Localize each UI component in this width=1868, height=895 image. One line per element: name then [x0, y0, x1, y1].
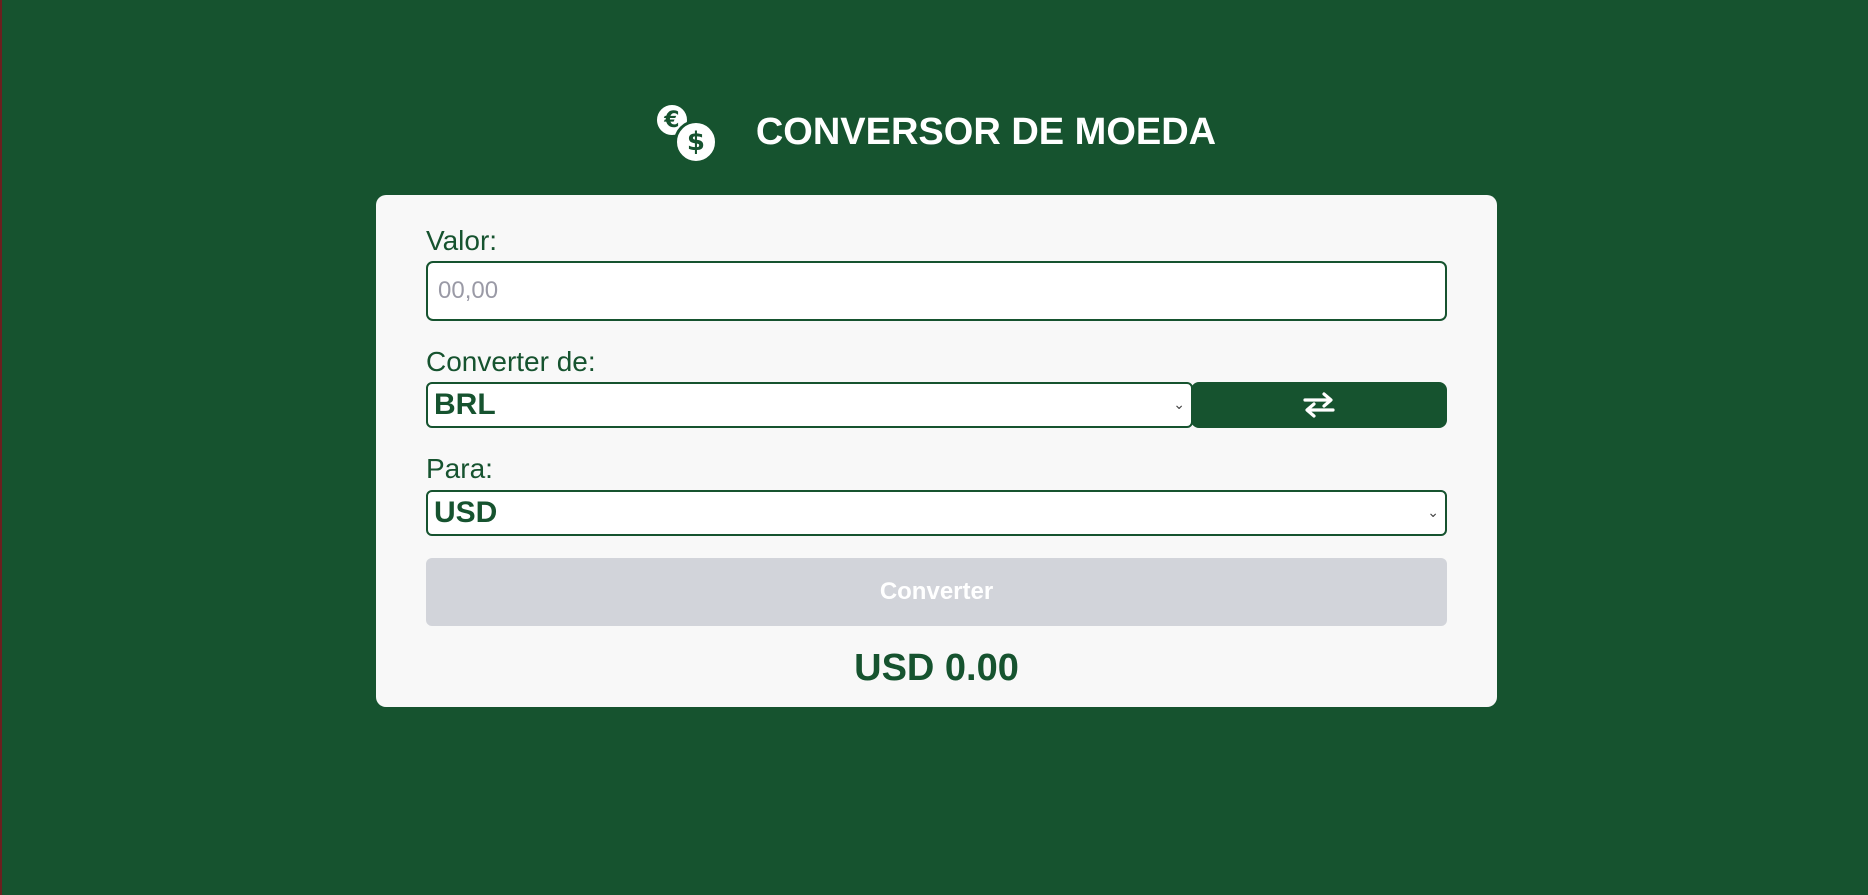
- swap-arrows-icon: [1303, 392, 1335, 418]
- convert-button[interactable]: Converter: [426, 558, 1447, 626]
- value-input[interactable]: [426, 261, 1447, 321]
- chevron-down-icon: ⌄: [1173, 397, 1185, 413]
- from-currency-value: BRL: [434, 388, 496, 421]
- currency-coins-icon: € $: [652, 100, 718, 164]
- page-title: CONVERSOR DE MOEDA: [755, 110, 1217, 153]
- page: € $ CONVERSOR DE MOEDA Valor: Converter …: [0, 0, 1868, 895]
- dollar-coin-icon: $: [673, 120, 718, 164]
- to-currency-value: USD: [434, 496, 498, 529]
- chevron-down-icon: ⌄: [1427, 505, 1439, 521]
- value-label: Valor:: [426, 225, 498, 256]
- header: € $ CONVERSOR DE MOEDA: [0, 100, 1868, 164]
- swap-currencies-button[interactable]: [1191, 382, 1447, 428]
- from-currency-select[interactable]: BRL ⌄: [426, 382, 1193, 428]
- converter-card: Valor: Converter de: BRL ⌄ Para: USD ⌄ C…: [376, 195, 1497, 707]
- conversion-result: USD 0.00: [854, 647, 1019, 689]
- to-currency-label: Para:: [426, 453, 493, 484]
- from-currency-label: Converter de:: [426, 346, 596, 377]
- to-currency-select[interactable]: USD ⌄: [426, 490, 1447, 536]
